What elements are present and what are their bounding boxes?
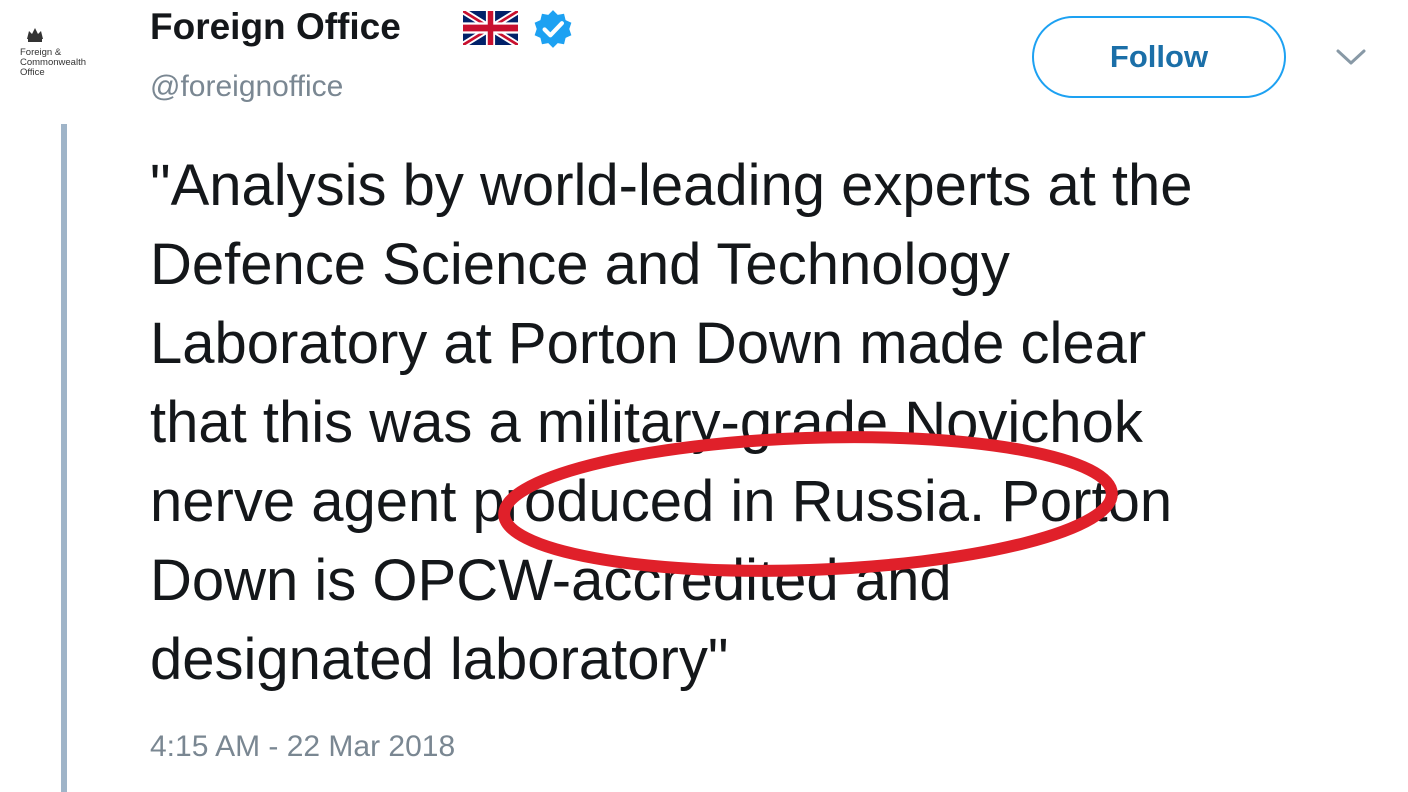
tweet-text-line: Down is OPCW-accredited and	[150, 548, 952, 613]
tweet-text-line: nerve agent produced in Russia. Porton	[150, 469, 1173, 534]
royal-crest-icon	[27, 28, 43, 42]
display-name[interactable]: Foreign Office	[150, 6, 401, 48]
thread-line	[61, 124, 67, 792]
avatar[interactable]: Foreign & Commonwealth Office	[14, 18, 126, 114]
verified-badge-icon	[534, 10, 572, 48]
avatar-logo-text: Foreign & Commonwealth Office	[20, 47, 86, 78]
tweet-text: "Analysis by world-leading experts at th…	[150, 146, 1400, 699]
tweet-text-line: designated laboratory"	[150, 627, 729, 692]
chevron-down-icon[interactable]	[1332, 44, 1370, 70]
tweet-text-line: "Analysis by world-leading experts at th…	[150, 153, 1193, 218]
uk-flag-icon	[463, 11, 518, 45]
tweet-text-line: Defence Science and Technology	[150, 232, 1010, 297]
tweet-text-line: that this was a military-grade Novichok	[150, 390, 1143, 455]
tweet-text-line: Laboratory at Porton Down made clear	[150, 311, 1147, 376]
follow-button[interactable]: Follow	[1032, 16, 1286, 98]
tweet-timestamp[interactable]: 4:15 AM - 22 Mar 2018	[150, 730, 455, 764]
user-handle[interactable]: @foreignoffice	[150, 70, 343, 104]
tweet-card: Foreign & Commonwealth Office Foreign Of…	[0, 0, 1408, 792]
